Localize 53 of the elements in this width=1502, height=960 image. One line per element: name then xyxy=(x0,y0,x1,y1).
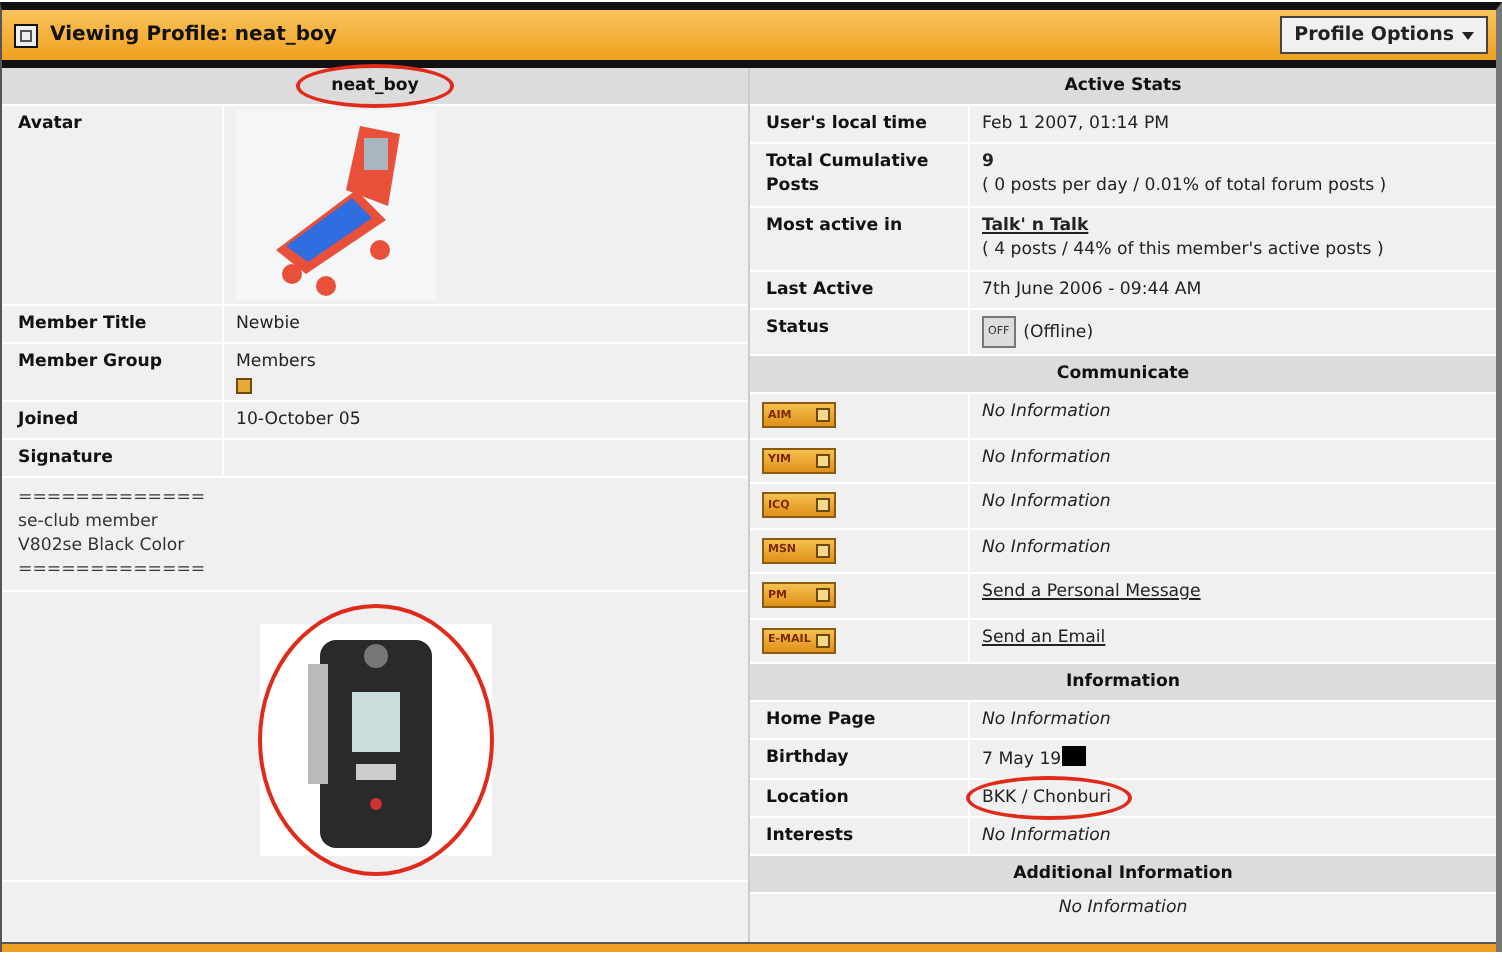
field-label: Last Active xyxy=(750,272,970,308)
field-label: Total Cumulative Posts xyxy=(750,144,970,206)
field-label: Most active in xyxy=(750,208,970,270)
no-information: No Information xyxy=(982,537,1111,557)
field-value: 10-October 05 xyxy=(236,410,361,430)
field-label: Status xyxy=(750,310,970,354)
field-label: Member Title xyxy=(2,306,224,342)
window-icon xyxy=(816,633,830,647)
field-label: Location xyxy=(750,780,970,816)
username: neat_boy xyxy=(331,76,419,96)
status-text: (Offline) xyxy=(1023,322,1094,343)
window-icon xyxy=(816,543,830,557)
no-information: No Information xyxy=(1056,896,1190,922)
no-information: No Information xyxy=(982,492,1111,512)
field-value: Newbie xyxy=(236,314,300,334)
field-label: Signature xyxy=(2,440,224,476)
window-icon[interactable] xyxy=(14,23,38,47)
field-label: Home Page xyxy=(750,702,970,738)
window-icon xyxy=(816,453,830,467)
field-value: BKK / Chonburi xyxy=(982,788,1111,808)
no-information: No Information xyxy=(982,826,1111,846)
section-header: Active Stats xyxy=(750,68,1496,106)
post-stats: ( 4 posts / 44% of this member's active posts ) xyxy=(982,238,1386,262)
field-value: 7th June 2006 - 09:44 AM xyxy=(982,280,1202,300)
no-information: No Information xyxy=(982,710,1111,730)
section-header: Information xyxy=(750,664,1496,702)
section-header: Additional Information xyxy=(750,856,1496,894)
signature-text: ============= se-club member V802se Black Color ============= xyxy=(2,478,748,592)
caret-icon xyxy=(1462,31,1474,39)
field-label: Joined xyxy=(2,402,224,438)
profile-options-button[interactable]: Profile Options xyxy=(1280,16,1488,54)
field-label: Interests xyxy=(750,818,970,854)
field-value: Members xyxy=(236,350,318,374)
no-information: No Information xyxy=(982,447,1111,467)
window-icon xyxy=(816,588,830,602)
no-information: No Information xyxy=(982,402,1111,422)
window-icon xyxy=(816,408,830,422)
section-header: Communicate xyxy=(750,356,1496,394)
field-label: Avatar xyxy=(2,106,224,304)
field-label: Member Group xyxy=(2,344,224,400)
post-stats: ( 0 posts per day / 0.01% of total forum posts ) xyxy=(982,174,1389,198)
field-value: 7 May 19 xyxy=(982,750,1062,770)
field-label: User's local time xyxy=(750,106,970,142)
contact-link[interactable]: Send an Email xyxy=(982,627,1106,647)
contact-link[interactable]: Send a Personal Message xyxy=(982,582,1201,602)
post-count: 9 xyxy=(982,150,996,174)
page-title: Viewing Profile: neat_boy xyxy=(50,24,339,46)
redaction-block xyxy=(1061,746,1086,766)
field-label: Birthday xyxy=(750,740,970,778)
window-icon xyxy=(816,498,830,512)
group-icon xyxy=(236,378,252,394)
field-value: Feb 1 2007, 01:14 PM xyxy=(982,114,1170,134)
forum-link[interactable]: Talk' n Talk xyxy=(982,216,1089,236)
